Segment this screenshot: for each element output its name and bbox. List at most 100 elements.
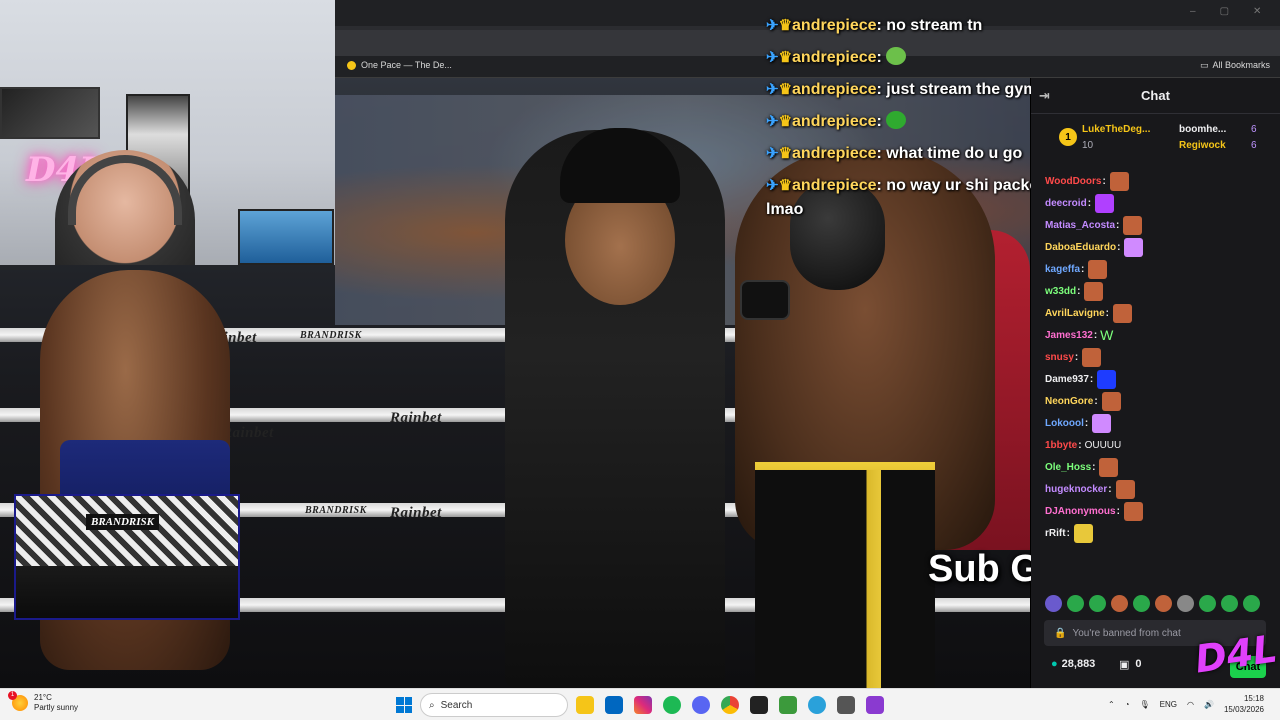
overlay-username: andrepiece xyxy=(792,49,877,66)
chat-colon: : xyxy=(1084,417,1089,429)
overlay-colon: : xyxy=(876,177,887,194)
second-count: 6 xyxy=(1251,124,1257,135)
chat-input-placeholder: You're banned from chat xyxy=(1072,627,1181,639)
search-icon: ⌕ xyxy=(429,699,435,711)
chat-username[interactable]: Matias_Acosta xyxy=(1045,220,1115,231)
chat-message: AvrilLavigne: xyxy=(1045,302,1275,324)
lock-icon: 🔒 xyxy=(1054,627,1067,639)
chat-colon: : xyxy=(1066,527,1070,539)
network-icon[interactable]: ◔ xyxy=(1125,700,1130,709)
sword-badge-icon: ✈ xyxy=(766,145,779,162)
telegram-icon[interactable] xyxy=(808,696,826,714)
chat-username[interactable]: DaboaEduardo xyxy=(1045,242,1116,253)
app-icon[interactable] xyxy=(866,696,884,714)
overlay-username: andrepiece xyxy=(792,113,877,130)
gift-leaderboard[interactable]: 1 LukeTheDeg... 10 boomhe... 6 Regiwock … xyxy=(1031,118,1280,162)
file-explorer-icon[interactable] xyxy=(576,696,594,714)
store-icon[interactable] xyxy=(605,696,623,714)
emote[interactable] xyxy=(1089,595,1106,612)
chat-username[interactable]: Ole_Hoss xyxy=(1045,462,1091,473)
chat-colon: : xyxy=(1117,241,1121,253)
taskbar: 1 21°C Partly sunny ⌕ Search ⌃ ◔ 🎙 ENG ◠… xyxy=(0,688,1280,720)
emote[interactable] xyxy=(1133,595,1150,612)
chat-emote xyxy=(1082,347,1102,367)
overlay-message: just stream the gym xyxy=(886,81,1038,98)
emote-bar xyxy=(1045,595,1260,612)
chat-message: Dame937: xyxy=(1045,368,1275,390)
crown-badge-icon: ♛ xyxy=(778,145,793,162)
chat-message: hugeknocker: xyxy=(1045,478,1275,500)
overlay-username: andrepiece xyxy=(792,177,877,194)
app-icon[interactable] xyxy=(837,696,855,714)
channel-points[interactable]: ● 28,883 xyxy=(1051,658,1095,670)
chat-message: rRift: xyxy=(1045,522,1275,544)
discord-icon[interactable] xyxy=(692,696,710,714)
chat-colon: : xyxy=(1116,505,1120,517)
chat-username[interactable]: rRift xyxy=(1045,528,1066,539)
instagram-icon[interactable] xyxy=(634,696,652,714)
chat-emote xyxy=(1124,237,1144,257)
taskbar-search[interactable]: ⌕ Search xyxy=(420,693,568,717)
chat-username[interactable]: hugeknocker xyxy=(1045,484,1107,495)
chat-colon: : xyxy=(1077,285,1081,297)
overlay-colon: : xyxy=(876,145,887,162)
leader-name: LukeTheDeg... xyxy=(1082,124,1151,135)
chat-username[interactable]: w33dd xyxy=(1045,286,1076,297)
chat-username[interactable]: deecroid xyxy=(1045,198,1087,209)
chat-colon: : xyxy=(1105,307,1109,319)
chat-emote xyxy=(1073,523,1093,543)
sponsor-text: Rainbet xyxy=(390,410,442,426)
windows-icon xyxy=(396,705,404,713)
chat-username[interactable]: WoodDoors xyxy=(1045,176,1101,187)
chat-emote xyxy=(1123,215,1143,235)
chat-colon: : xyxy=(1116,219,1120,231)
emote[interactable] xyxy=(1221,595,1238,612)
emote[interactable] xyxy=(1045,595,1062,612)
emote[interactable] xyxy=(1155,595,1172,612)
start-button[interactable] xyxy=(396,697,412,713)
bookmark-one-pace[interactable]: One Pace — The De... xyxy=(347,60,452,70)
temperature: 21°C xyxy=(34,693,52,702)
gift-icon: ▣ xyxy=(1119,659,1130,671)
spotify-icon[interactable] xyxy=(663,696,681,714)
emote[interactable] xyxy=(1111,595,1128,612)
pip-sponsor: BRANDRISK xyxy=(86,514,159,530)
drops-value: 0 xyxy=(1135,658,1142,670)
chat-username[interactable]: 1bbyte xyxy=(1045,440,1077,451)
language[interactable]: ENG xyxy=(1160,700,1177,709)
chat-username[interactable]: Lokoool xyxy=(1045,418,1084,429)
mic-icon[interactable]: 🎙 xyxy=(1140,700,1150,709)
clock[interactable]: 15:18 15/03/2026 xyxy=(1224,693,1264,715)
windows-icon xyxy=(404,697,412,705)
monitor xyxy=(238,209,334,265)
bookmark-label: One Pace — The De... xyxy=(361,60,452,70)
chat-username[interactable]: AvrilLavigne xyxy=(1045,308,1105,319)
volume-icon[interactable]: 🔊 xyxy=(1204,700,1214,709)
weather-widget[interactable]: 1 21°C Partly sunny xyxy=(8,691,78,713)
chat-username[interactable]: Dame937 xyxy=(1045,374,1089,385)
emote[interactable] xyxy=(1067,595,1084,612)
pip-camera: BRANDRISK xyxy=(14,494,240,620)
sword-badge-icon: ✈ xyxy=(766,49,779,66)
sword-badge-icon: ✈ xyxy=(766,81,779,98)
crown-badge-icon: ♛ xyxy=(778,177,793,194)
app-icon[interactable] xyxy=(779,696,797,714)
chrome-icon[interactable] xyxy=(721,696,739,714)
emote[interactable] xyxy=(1199,595,1216,612)
chat-message: w33dd: xyxy=(1045,280,1275,302)
chat-username[interactable]: snusy xyxy=(1045,352,1074,363)
emote[interactable] xyxy=(1177,595,1194,612)
chat-username[interactable]: kageffa xyxy=(1045,264,1080,275)
wifi-icon[interactable]: ◠ xyxy=(1187,700,1194,709)
emote[interactable] xyxy=(1243,595,1260,612)
overlay-username: andrepiece xyxy=(792,17,877,34)
chat-username[interactable]: DJAnonymous xyxy=(1045,506,1116,517)
drops-counter[interactable]: ▣ 0 xyxy=(1119,658,1142,671)
chat-username[interactable]: James132 xyxy=(1045,330,1093,341)
system-tray: ⌃ ◔ 🎙 ENG ◠ 🔊 15:18 15/03/2026 xyxy=(1108,693,1264,715)
chat-username[interactable]: NeonGore xyxy=(1045,396,1093,407)
app-icon[interactable] xyxy=(750,696,768,714)
chevron-up-icon[interactable]: ⌃ xyxy=(1108,700,1115,709)
chat-title: Chat xyxy=(1141,88,1170,103)
collapse-icon[interactable]: ⇥ xyxy=(1039,88,1050,104)
